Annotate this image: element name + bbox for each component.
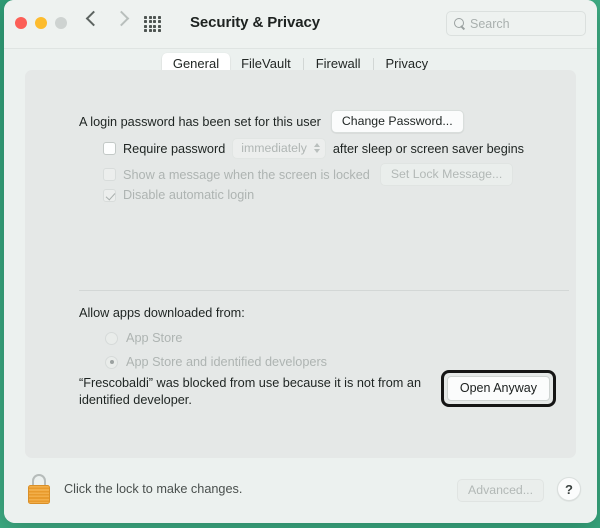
radio-app-store-identified-row[interactable]: App Store and identified developers bbox=[105, 355, 327, 369]
show-lock-message-checkbox[interactable] bbox=[103, 168, 116, 181]
zoom-button[interactable] bbox=[55, 17, 67, 29]
general-settings-panel: A login password has been set for this u… bbox=[25, 70, 576, 458]
show-lock-message-label: Show a message when the screen is locked bbox=[123, 168, 370, 182]
radio-app-store[interactable] bbox=[105, 332, 118, 345]
page-title: Security & Privacy bbox=[190, 14, 320, 31]
traffic-lights bbox=[15, 17, 67, 29]
window-toolbar: Security & Privacy bbox=[4, 0, 597, 49]
search-input[interactable] bbox=[470, 17, 578, 31]
show-lock-message-row[interactable]: Show a message when the screen is locked… bbox=[103, 163, 513, 186]
disable-auto-login-row[interactable]: Disable automatic login bbox=[103, 188, 254, 202]
close-button[interactable] bbox=[15, 17, 27, 29]
help-button[interactable]: ? bbox=[557, 477, 581, 501]
require-password-checkbox[interactable] bbox=[103, 142, 116, 155]
chevron-right-icon[interactable] bbox=[114, 11, 130, 27]
lock-closed-icon[interactable] bbox=[26, 474, 52, 504]
search-field[interactable] bbox=[446, 11, 586, 36]
allow-apps-title-row: Allow apps downloaded from: bbox=[79, 306, 245, 320]
tab-separator bbox=[303, 58, 304, 70]
section-divider bbox=[79, 290, 569, 291]
grid-apps-icon[interactable] bbox=[144, 16, 161, 32]
change-password-button[interactable]: Change Password... bbox=[331, 110, 464, 133]
login-password-row: A login password has been set for this u… bbox=[79, 110, 464, 133]
search-icon bbox=[454, 18, 465, 29]
blocked-app-message: “Frescobaldi” was blocked from use becau… bbox=[79, 375, 439, 409]
advanced-button[interactable]: Advanced... bbox=[457, 479, 544, 502]
open-anyway-button[interactable]: Open Anyway bbox=[447, 376, 550, 401]
require-password-row[interactable]: Require password immediately after sleep… bbox=[103, 138, 524, 159]
lock-hint-label: Click the lock to make changes. bbox=[64, 482, 242, 496]
window-bottom-bar: Click the lock to make changes. Advanced… bbox=[4, 458, 597, 523]
disable-auto-login-label: Disable automatic login bbox=[123, 188, 254, 202]
allow-apps-title: Allow apps downloaded from: bbox=[79, 306, 245, 320]
preferences-window: Security & Privacy General FileVault Fir… bbox=[4, 0, 597, 523]
password-interval-value: immediately bbox=[241, 141, 307, 155]
login-password-label: A login password has been set for this u… bbox=[79, 115, 321, 129]
radio-app-store-identified-label: App Store and identified developers bbox=[126, 355, 327, 369]
password-interval-select[interactable]: immediately bbox=[232, 138, 326, 159]
navigation-arrows bbox=[88, 13, 127, 24]
open-anyway-focus-ring: Open Anyway bbox=[441, 370, 556, 407]
chevron-left-icon[interactable] bbox=[86, 11, 102, 27]
require-password-label: Require password bbox=[123, 142, 225, 156]
set-lock-message-button[interactable]: Set Lock Message... bbox=[380, 163, 513, 186]
radio-app-store-label: App Store bbox=[126, 331, 182, 345]
require-password-suffix: after sleep or screen saver begins bbox=[333, 142, 524, 156]
chevron-updown-icon bbox=[314, 143, 320, 153]
disable-auto-login-checkbox[interactable] bbox=[103, 189, 116, 202]
minimize-button[interactable] bbox=[35, 17, 47, 29]
tab-separator bbox=[373, 58, 374, 70]
radio-app-store-identified[interactable] bbox=[105, 356, 118, 369]
radio-app-store-row[interactable]: App Store bbox=[105, 331, 182, 345]
